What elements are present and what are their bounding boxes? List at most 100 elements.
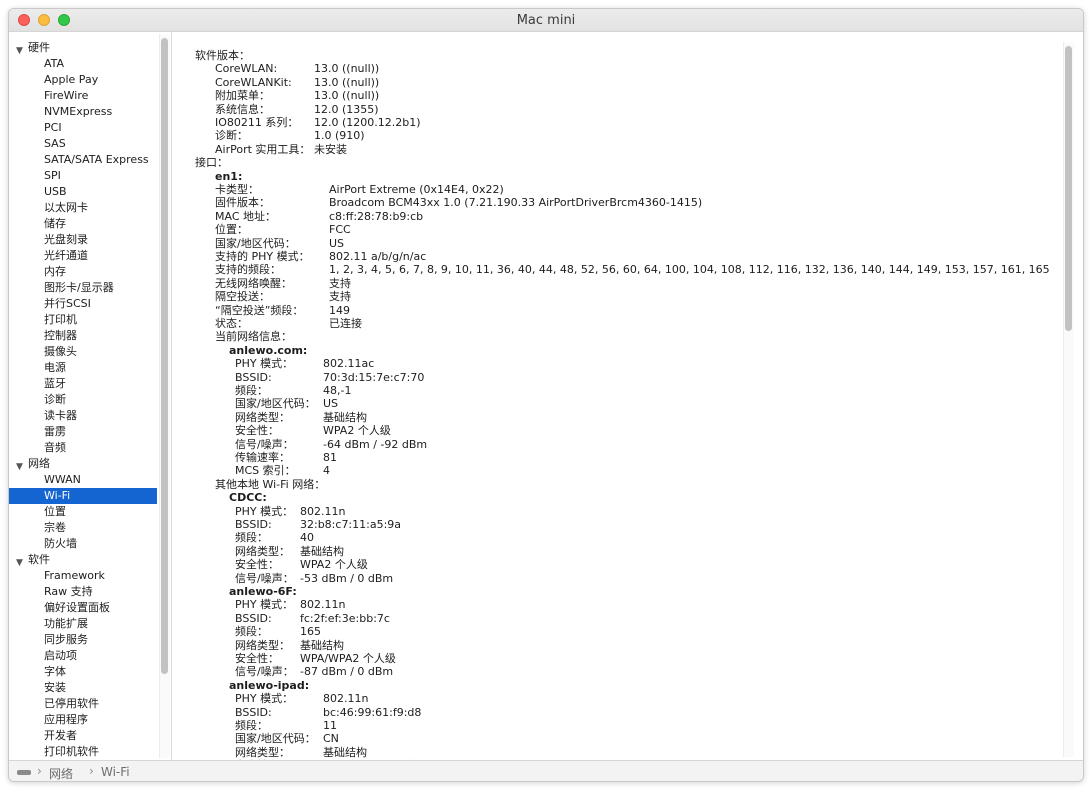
detail-label: PHY 模式：	[235, 504, 294, 518]
detail-label: PHY 模式：	[235, 598, 294, 612]
sidebar-item-label: 内存	[44, 265, 66, 278]
detail-value: WPA2 个人级	[323, 424, 391, 438]
sidebar-item[interactable]: 内存	[9, 264, 157, 280]
sidebar-item[interactable]: 打印机	[9, 312, 157, 328]
detail-value: 802.11n	[323, 692, 369, 706]
detail-label: 频段：	[235, 384, 268, 397]
sidebar-item[interactable]: 以太网卡	[9, 200, 157, 216]
sidebar-item[interactable]: 图形卡/显示器	[9, 280, 157, 296]
sidebar-item-label: 偏好设置面板	[44, 601, 110, 614]
sidebar-item[interactable]: 摄像头	[9, 344, 157, 360]
sidebar-item[interactable]: 功能扩展	[9, 616, 157, 632]
detail-value: fc:2f:ef:3e:bb:7c	[300, 611, 390, 625]
sidebar-item[interactable]: 雷雳	[9, 424, 157, 440]
sidebar-item[interactable]: 储存	[9, 216, 157, 232]
breadcrumb-item[interactable]: 网络	[49, 765, 73, 781]
sidebar-item[interactable]: 防火墙	[9, 536, 157, 552]
sidebar-scrollbar-thumb[interactable]	[161, 38, 168, 674]
sidebar-item[interactable]: 蓝牙	[9, 376, 157, 392]
detail-value: 802.11ac	[323, 357, 375, 371]
system-information-window: Mac mini ▼ 硬件 ATA Apple Pay FireWire NVMExpre…	[8, 8, 1084, 782]
sidebar-item-label: 开发者	[44, 729, 77, 742]
detail-label: 支持的频段：	[215, 263, 281, 277]
sidebar-item-label: Raw 支持	[44, 585, 93, 598]
sidebar-item[interactable]: USB	[9, 184, 157, 200]
sidebar-item[interactable]: SATA/SATA Express	[9, 152, 157, 168]
detail-label: 固件版本：	[215, 196, 270, 210]
sidebar-item[interactable]: 启动项	[9, 648, 157, 664]
detail-label: 国家/地区代码：	[235, 732, 316, 746]
sidebar-item-label: 安装	[44, 681, 66, 694]
sidebar-item-label: 启动项	[44, 649, 77, 662]
sidebar-item[interactable]: 同步服务	[9, 632, 157, 648]
sidebar-item[interactable]: ATA	[9, 56, 157, 72]
sidebar-item[interactable]: 音频	[9, 440, 157, 456]
detail-label: “隔空投送”频段：	[215, 303, 304, 317]
sidebar-item[interactable]: 控制器	[9, 328, 157, 344]
detail-value: 基础结构	[323, 410, 367, 424]
sidebar-item[interactable]: SPI	[9, 168, 157, 184]
detail-value: 1.0 (910)	[314, 129, 365, 143]
detail-group-heading: en1:	[215, 169, 243, 183]
sidebar-item[interactable]: 开发者	[9, 728, 157, 744]
detail-value: 149	[329, 303, 350, 317]
sidebar-category[interactable]: ▼ 网络	[9, 456, 157, 472]
sidebar-item[interactable]: 安装	[9, 680, 157, 696]
sidebar-item[interactable]: 并行SCSI	[9, 296, 157, 312]
sidebar-item-label: WWAN	[44, 473, 81, 486]
sidebar-item[interactable]: FireWire	[9, 88, 157, 104]
sidebar-item[interactable]: Apple Pay	[9, 72, 157, 88]
detail-label: 频段：	[235, 719, 268, 732]
sidebar-item-label: 储存	[44, 217, 66, 230]
sidebar-item[interactable]: SAS	[9, 136, 157, 152]
sidebar-item[interactable]: Raw 支持	[9, 584, 157, 600]
breadcrumb-item[interactable]: Wi-Fi	[101, 765, 130, 779]
sidebar-item[interactable]: 电源	[9, 360, 157, 376]
detail-value: 13.0 ((null))	[314, 89, 380, 103]
detail-label: 信号/噪声：	[235, 437, 294, 451]
sidebar-item[interactable]: 已停用软件	[9, 696, 157, 712]
detail-scrollbar-thumb[interactable]	[1065, 46, 1072, 331]
sidebar-item[interactable]: 读卡器	[9, 408, 157, 424]
sidebar-item[interactable]: NVMExpress	[9, 104, 157, 120]
breadcrumb-separator-icon: ›	[89, 764, 94, 778]
detail-label: 信号/噪声：	[235, 571, 294, 585]
detail-label: BSSID:	[235, 370, 272, 384]
detail-label: 诊断：	[215, 129, 248, 143]
sidebar-item-label: 并行SCSI	[44, 297, 91, 310]
path-bar: › 网络 › Wi-Fi	[9, 760, 1083, 781]
detail-value: 基础结构	[300, 638, 344, 652]
sidebar-item[interactable]: WWAN	[9, 472, 157, 488]
sidebar-item[interactable]: Framework	[9, 568, 157, 584]
window-title: Mac mini	[516, 13, 576, 28]
detail-group-heading: anlewo-ipad:	[229, 678, 310, 692]
detail-value: 802.11n	[300, 598, 346, 612]
sidebar-item[interactable]: 字体	[9, 664, 157, 680]
detail-value: 未安装	[314, 142, 347, 156]
detail-label: 传输速率：	[235, 451, 290, 464]
sidebar-item[interactable]: 光纤通道	[9, 248, 157, 264]
sidebar-item[interactable]: 打印机软件	[9, 744, 157, 760]
sidebar-item-label: 雷雳	[44, 425, 66, 438]
sidebar-item-label: Wi-Fi	[44, 489, 71, 502]
detail-value: bc:46:99:61:f9:d8	[323, 705, 422, 719]
detail-label: 频段：	[235, 531, 268, 545]
detail-label: 国家/地区代码：	[215, 236, 296, 250]
sidebar-category[interactable]: ▼ 软件	[9, 552, 157, 568]
sidebar-category[interactable]: ▼ 硬件	[9, 40, 157, 56]
sidebar-item[interactable]: 应用程序	[9, 712, 157, 728]
sidebar-item[interactable]: 诊断	[9, 392, 157, 408]
sidebar-item[interactable]: Wi-Fi	[9, 488, 157, 504]
sidebar-item-label: ATA	[44, 57, 65, 70]
detail-value: 165	[300, 625, 321, 639]
sidebar-item[interactable]: 偏好设置面板	[9, 600, 157, 616]
sidebar-item-label: 防火墙	[44, 537, 77, 550]
detail-value: Broadcom BCM43xx 1.0 (7.21.190.33 AirPor…	[329, 196, 703, 210]
sidebar-item[interactable]: 光盘刻录	[9, 232, 157, 248]
sidebar-item-label: 打印机	[44, 313, 77, 326]
detail-value: 1, 2, 3, 4, 5, 6, 7, 8, 9, 10, 11, 36, 4…	[329, 263, 1050, 277]
sidebar-item[interactable]: PCI	[9, 120, 157, 136]
sidebar-item[interactable]: 宗卷	[9, 520, 157, 536]
sidebar-item[interactable]: 位置	[9, 504, 157, 520]
detail-value: 12.0 (1355)	[314, 102, 379, 116]
